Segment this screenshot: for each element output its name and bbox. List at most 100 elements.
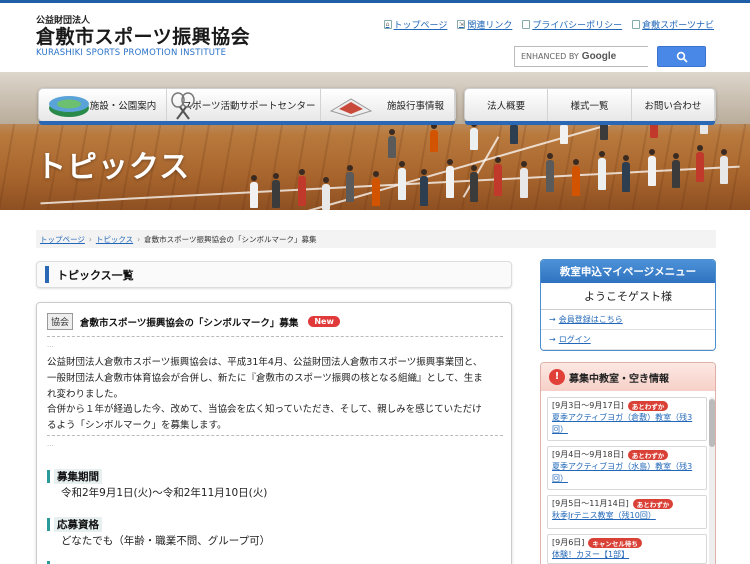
login-link[interactable]: → ログイン [541, 330, 715, 350]
link-icon: ⇲ [457, 20, 466, 29]
hero-person [520, 161, 528, 198]
list-item[interactable]: [9月4日〜9月18日] あとわずか 夏季アクティブヨガ（水島）教室（残3回） [547, 446, 707, 490]
section-heading: トピックス一覧 [36, 261, 512, 288]
hero-person [622, 155, 630, 192]
status-badge: あとわずか [627, 449, 669, 460]
main-nav: 施設・公園案内 スポーツ活動サポートセンター 施設行事情報 [38, 88, 456, 125]
list-item[interactable]: [9月6日] キャンセル待ち 体験！カヌー【1部】 [547, 534, 707, 564]
breadcrumb-separator: › [88, 234, 92, 244]
section-label: 応募資格 [47, 517, 102, 532]
hero-person [470, 121, 478, 150]
header-link-privacy[interactable]: プライバシーポリシー [522, 18, 622, 31]
scrollbar-thumb[interactable] [709, 399, 715, 447]
hero-person [250, 175, 258, 208]
hero-person [572, 159, 580, 196]
hero-person [372, 171, 380, 206]
header-links: ⌂ トップページ ⇲ 関連リンク プライバシーポリシー 倉敷スポーツナビ [383, 18, 714, 31]
header-link-related[interactable]: ⇲ 関連リンク [457, 18, 512, 31]
list-item[interactable]: [9月3日〜9月17日] あとわずか 夏季アクティブヨガ（倉敷）教室（残3回） [547, 397, 707, 441]
hero-person [672, 153, 680, 188]
class-list-scrollbar[interactable] [709, 397, 715, 564]
search-icon [676, 51, 688, 63]
hero-person [398, 161, 406, 200]
nav-events[interactable]: 施設行事情報 [321, 89, 455, 121]
page-icon [522, 20, 531, 29]
class-info-title: 募集中教室・空き情報 [569, 373, 669, 385]
divider [47, 336, 503, 337]
logo-subtitle: 公益財団法人 [36, 16, 91, 26]
breadcrumb-topics[interactable]: トピックス [96, 234, 133, 245]
article-card: 協会 倉敷市スポーツ振興協会の「シンボルマーク」募集 New ... 公益財団法… [36, 302, 512, 564]
class-title-link[interactable]: 夏季アクティブヨガ（倉敷）教室（残3回） [552, 412, 702, 436]
nav-contact[interactable]: お問い合わせ [632, 89, 715, 121]
logo-english: KURASHIKI SPORTS PROMOTION INSTITUTE [36, 48, 227, 58]
hero-person [388, 129, 396, 158]
header-link-top[interactable]: ⌂ トップページ [383, 18, 447, 31]
class-date: [9月5日〜11月14日] [552, 499, 629, 508]
divider: ... [47, 440, 54, 448]
mypage-title: 教室申込マイページメニュー [541, 260, 715, 283]
breadcrumb-home[interactable]: トップページ [40, 234, 85, 245]
section-value: 令和2年9月1日(火)〜令和2年11月10日(火) [61, 487, 268, 499]
class-info-panel: ! 募集中教室・空き情報 [9月3日〜9月17日] あとわずか 夏季アクティブヨガ… [540, 362, 716, 564]
class-title-link[interactable]: 体験！カヌー【1部】 [552, 549, 702, 561]
breadcrumb: トップページ › トピックス › 倉敷市スポーツ振興協会の「シンボルマーク」募集 [36, 230, 716, 248]
heading-marker [45, 266, 49, 283]
site-search: ENHANCED BY Google [514, 46, 706, 67]
divider [47, 435, 503, 436]
nav-forms[interactable]: 様式一覧 [548, 89, 632, 121]
top-accent-bar [0, 0, 750, 3]
alert-icon: ! [549, 369, 565, 385]
page-icon [632, 20, 641, 29]
mypage-menu: 教室申込マイページメニュー ようこそゲスト様 → 会員登録はこちら → ログイン [540, 259, 716, 351]
class-date: [9月3日〜9月17日] [552, 401, 624, 410]
arrow-icon: → [549, 335, 556, 344]
logo-title: 倉敷市スポーツ振興協会 [36, 26, 251, 48]
list-item[interactable]: [9月5日〜11月14日] あとわずか 秋季Jrテニス教室（残10回） [547, 495, 707, 529]
page: { "site": { "sub": "公益財団法人", "name": "倉敷… [0, 0, 750, 564]
article-title: 倉敷市スポーツ振興協会の「シンボルマーク」募集 [80, 317, 299, 329]
article-line: 一般財団法人倉敷市体育協会が合併し、新たに『倉敷市のスポーツ振興の核となる組織』… [47, 372, 483, 384]
class-date: [9月6日] [552, 538, 585, 547]
section-heading-text: トピックス一覧 [57, 268, 134, 282]
register-link[interactable]: → 会員登録はこちら [541, 310, 715, 330]
class-title-link[interactable]: 秋季Jrテニス教室（残10回） [552, 510, 702, 522]
status-badge: キャンセル待ち [588, 537, 642, 548]
hero-person [560, 117, 568, 144]
hero-person [446, 159, 454, 198]
article-line: れ変わりました。 [47, 388, 124, 400]
status-badge: あとわずか [632, 498, 674, 509]
article-header: 協会 倉敷市スポーツ振興協会の「シンボルマーク」募集 New [47, 313, 340, 330]
article-line: 公益財団法人倉敷市スポーツ振興協会は、平成31年4月、公益財団法人倉敷市スポーツ… [47, 357, 483, 368]
nav-sports-support[interactable]: スポーツ活動サポートセンター [167, 89, 321, 121]
hero-person [494, 157, 502, 196]
class-title-link[interactable]: 夏季アクティブヨガ（水島）教室（残3回） [552, 461, 702, 485]
search-input[interactable]: ENHANCED BY Google [514, 46, 648, 67]
class-list: [9月3日〜9月17日] あとわずか 夏季アクティブヨガ（倉敷）教室（残3回） [… [547, 397, 707, 564]
hero-person [720, 149, 728, 184]
welcome-text: ようこそゲスト様 [541, 283, 715, 310]
building-icon [329, 98, 372, 117]
hero-person [470, 165, 478, 202]
article-line: るよう「シンボルマーク」を募集します。 [47, 420, 227, 432]
hero-person [546, 153, 554, 192]
class-info-header: ! 募集中教室・空き情報 [541, 363, 715, 391]
breadcrumb-separator: › [137, 234, 141, 244]
hero-person [272, 173, 280, 208]
hero-person [510, 117, 518, 144]
new-badge: New [308, 316, 340, 327]
hero-person [420, 169, 428, 206]
header-link-navi[interactable]: 倉敷スポーツナビ [632, 18, 714, 31]
divider: ... [47, 341, 54, 349]
nav-about[interactable]: 法人概要 [465, 89, 549, 121]
rackets-icon [171, 92, 196, 120]
nav-facilities[interactable]: 施設・公園案内 [39, 89, 168, 121]
article-body: 公益財団法人倉敷市スポーツ振興協会は、平成31年4月、公益財団法人倉敷市スポーツ… [47, 355, 503, 434]
page-title: トピックス [36, 150, 191, 185]
site-logo[interactable]: 公益財団法人 倉敷市スポーツ振興協会 KURASHIKI SPORTS PROM… [36, 16, 250, 58]
hero-person [598, 151, 606, 190]
section-value: どなたでも（年齢・職業不問、グループ可） [61, 535, 271, 547]
nav-accent [39, 121, 455, 125]
search-button[interactable] [657, 46, 706, 67]
arrow-icon: → [549, 315, 556, 324]
